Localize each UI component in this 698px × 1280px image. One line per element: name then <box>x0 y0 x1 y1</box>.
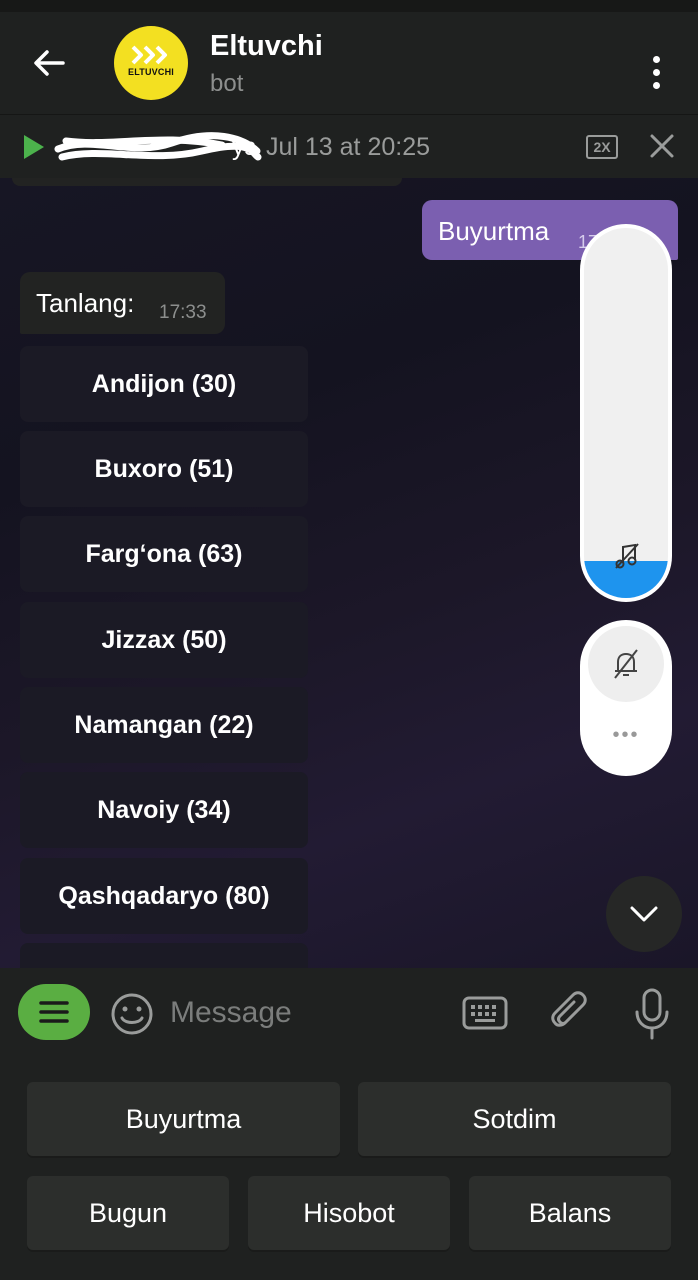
more-options-button[interactable] <box>636 50 676 100</box>
close-icon[interactable] <box>648 132 676 160</box>
bot-menu-button[interactable] <box>18 984 90 1040</box>
inline-button-fargona[interactable]: Farg‘ona (63) <box>20 516 308 592</box>
telegram-chat-screen: ELTUVCHI Eltuvchi bot уз Jul 13 at 20:25… <box>0 0 698 1280</box>
audio-player-bar[interactable]: уз Jul 13 at 20:25 2X <box>0 114 698 178</box>
message-input[interactable] <box>170 990 440 1036</box>
chat-subtitle: bot <box>210 70 244 97</box>
menu-icon <box>39 1001 69 1023</box>
previous-message-edge <box>12 178 402 186</box>
inline-button-partial[interactable] <box>20 943 308 968</box>
reply-button-balans[interactable]: Balans <box>469 1176 671 1250</box>
more-dots-icon[interactable]: ••• <box>580 724 672 747</box>
outgoing-message-text: Buyurtma <box>438 216 550 246</box>
back-arrow-icon <box>34 50 65 76</box>
paperclip-icon[interactable] <box>550 990 590 1038</box>
chat-title[interactable]: Eltuvchi <box>210 30 323 63</box>
avatar-logo-text: ELTUVCHI <box>128 66 174 77</box>
inline-button-buxoro[interactable]: Buxoro (51) <box>20 431 308 507</box>
music-off-icon <box>615 543 639 569</box>
inline-button-namangan[interactable]: Namangan (22) <box>20 687 308 763</box>
playback-speed-button[interactable]: 2X <box>586 135 618 159</box>
inline-button-navoiy[interactable]: Navoiy (34) <box>20 772 308 848</box>
bell-off-icon <box>614 649 638 679</box>
audio-date: Jul 13 at 20:25 <box>266 133 431 161</box>
reply-button-sotdim[interactable]: Sotdim <box>358 1082 671 1156</box>
avatar[interactable]: ELTUVCHI <box>114 26 188 100</box>
reply-button-hisobot[interactable]: Hisobot <box>248 1176 450 1250</box>
inline-button-jizzax[interactable]: Jizzax (50) <box>20 602 308 678</box>
reply-button-bugun[interactable]: Bugun <box>27 1176 229 1250</box>
incoming-message-time: 17:33 <box>159 302 207 323</box>
volume-track[interactable] <box>584 228 668 598</box>
inline-button-qashqadaryo[interactable]: Qashqadaryo (80) <box>20 858 308 934</box>
back-button[interactable] <box>24 38 74 88</box>
audio-performer: уз <box>232 133 256 161</box>
keyboard-icon[interactable] <box>462 996 508 1030</box>
reply-keyboard: Buyurtma Sotdim Bugun Hisobot Balans <box>0 1060 698 1280</box>
ringer-toggle-button[interactable] <box>588 626 664 702</box>
play-icon[interactable] <box>24 135 44 159</box>
incoming-message[interactable]: Tanlang: 17:33 <box>20 272 225 334</box>
incoming-message-text: Tanlang: <box>36 288 135 318</box>
chat-header: ELTUVCHI Eltuvchi bot <box>0 0 698 114</box>
redaction-scribble <box>54 132 262 161</box>
microphone-icon[interactable] <box>632 988 672 1040</box>
inline-button-andijon[interactable]: Andijon (30) <box>20 346 308 422</box>
logo-chevrons-icon <box>131 45 167 64</box>
emoji-icon[interactable] <box>110 992 154 1036</box>
volume-slider[interactable] <box>580 224 672 602</box>
more-vertical-icon <box>652 56 660 63</box>
scroll-to-bottom-button[interactable] <box>606 876 682 952</box>
message-composer <box>0 968 698 1060</box>
ringer-mode-panel[interactable]: ••• <box>580 620 672 776</box>
reply-button-buyurtma[interactable]: Buyurtma <box>27 1082 340 1156</box>
chevron-down-icon <box>630 906 658 922</box>
